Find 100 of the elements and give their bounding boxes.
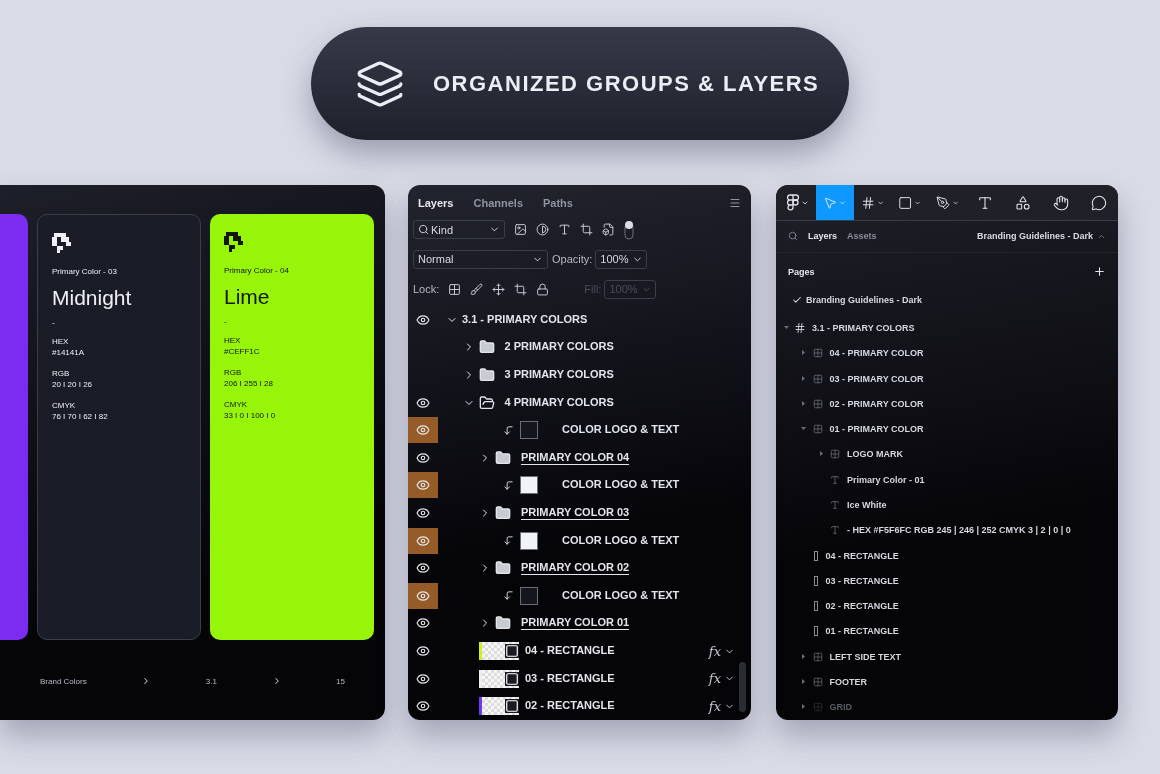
rectangle-icon bbox=[813, 550, 818, 561]
lock-label: Lock: bbox=[413, 283, 440, 296]
tool-button[interactable] bbox=[816, 185, 854, 221]
search-icon[interactable] bbox=[788, 231, 798, 242]
opacity-field[interactable]: 100% bbox=[595, 249, 648, 269]
add-page-icon[interactable] bbox=[1093, 265, 1106, 279]
layer-name[interactable]: 02 - RECTANGLE bbox=[825, 601, 899, 612]
collapsed-arrow-icon[interactable] bbox=[801, 704, 806, 711]
layer-name[interactable]: 02 - PRIMARY COLOR bbox=[829, 398, 924, 409]
pen-icon bbox=[935, 194, 950, 211]
effects-toggle[interactable]: fx bbox=[708, 643, 735, 659]
page-item[interactable]: Branding Guidelines - Dark bbox=[806, 294, 923, 305]
group-icon bbox=[812, 424, 823, 435]
highlighted-eye-cell[interactable] bbox=[408, 472, 438, 499]
breadcrumb-item: 3.1 bbox=[205, 676, 217, 686]
layer-name[interactable]: 3 PRIMARY COLORS bbox=[504, 368, 614, 383]
collapsed-arrow-icon[interactable] bbox=[801, 350, 806, 357]
group-icon bbox=[812, 373, 823, 384]
spec-label: RGB bbox=[224, 368, 243, 377]
filter-dropdown[interactable]: Kind bbox=[413, 220, 505, 239]
layer-name[interactable]: 3.1 - PRIMARY COLORS bbox=[812, 322, 915, 333]
layer-name[interactable]: 3.1 - PRIMARY COLORS bbox=[462, 312, 588, 327]
filter-toggle[interactable] bbox=[624, 219, 634, 240]
lock-icon[interactable] bbox=[536, 282, 550, 296]
collapsed-arrow-icon[interactable] bbox=[801, 679, 806, 686]
folder-icon bbox=[495, 615, 511, 632]
layer-name[interactable]: 01 - RECTANGLE bbox=[825, 626, 899, 637]
dash: - bbox=[52, 318, 56, 327]
layer-name[interactable]: COLOR LOGO & TEXT bbox=[562, 478, 680, 493]
layer-name[interactable]: PRIMARY COLOR 03 bbox=[521, 506, 630, 521]
layer-name[interactable]: 2 PRIMARY COLORS bbox=[504, 340, 614, 355]
highlighted-eye-cell[interactable] bbox=[408, 417, 438, 444]
eye-icon bbox=[416, 699, 430, 714]
layer-name[interactable]: PRIMARY COLOR 02 bbox=[521, 561, 630, 576]
layer-name[interactable]: 4 PRIMARY COLORS bbox=[504, 395, 614, 410]
group-icon bbox=[830, 449, 840, 460]
artboard-icon[interactable] bbox=[514, 282, 528, 296]
eye-icon bbox=[416, 506, 430, 521]
move-icon[interactable] bbox=[492, 282, 506, 296]
panel-tab[interactable]: Layers bbox=[808, 231, 838, 242]
scrollbar[interactable] bbox=[739, 662, 746, 712]
blend-mode-dropdown[interactable]: Normal bbox=[413, 249, 548, 269]
layer-name[interactable]: PRIMARY COLOR 01 bbox=[521, 616, 630, 631]
panel-tab[interactable]: Paths bbox=[543, 196, 573, 209]
effects-toggle[interactable]: fx bbox=[708, 698, 735, 714]
layer-name[interactable]: 03 - RECTANGLE bbox=[525, 671, 615, 686]
group-icon bbox=[812, 677, 823, 688]
clip-arrow-icon bbox=[503, 479, 514, 491]
comment-icon bbox=[1091, 194, 1107, 211]
layer-name[interactable]: 01 - PRIMARY COLOR bbox=[829, 424, 924, 435]
layer-name[interactable]: COLOR LOGO & TEXT bbox=[562, 588, 680, 603]
shape-filter-icon[interactable] bbox=[580, 223, 593, 236]
collapsed-arrow-icon[interactable] bbox=[801, 375, 806, 382]
folder-icon bbox=[495, 560, 511, 577]
spec-label: HEX bbox=[52, 337, 70, 346]
dash: - bbox=[224, 317, 228, 326]
layer-name[interactable]: Ice White bbox=[847, 500, 887, 510]
layer-name[interactable]: - HEX #F5F6FC RGB 245 | 246 | 252 CMYK 3 | 2 | 0 | 0 bbox=[847, 525, 1071, 536]
panel-tab[interactable]: Channels bbox=[473, 196, 523, 209]
layer-name[interactable]: 04 - PRIMARY COLOR bbox=[829, 348, 924, 359]
layer-name[interactable]: 04 - RECTANGLE bbox=[825, 550, 899, 561]
layer-name[interactable]: PRIMARY COLOR 04 bbox=[521, 450, 630, 465]
highlighted-eye-cell[interactable] bbox=[408, 582, 438, 609]
effects-toggle[interactable]: fx bbox=[708, 671, 735, 687]
panel-tab[interactable]: Assets bbox=[847, 231, 877, 242]
menu-icon[interactable] bbox=[729, 196, 741, 209]
spec-value: #14141A bbox=[52, 348, 86, 357]
caret-icon bbox=[839, 198, 847, 207]
spec-value: 33 I 0 I 100 I 0 bbox=[224, 411, 277, 420]
type-filter-icon[interactable] bbox=[558, 223, 571, 236]
folder-icon bbox=[478, 339, 495, 356]
lock-pixels-icon[interactable] bbox=[448, 282, 462, 296]
collapsed-arrow-icon[interactable] bbox=[801, 400, 806, 407]
layer-name[interactable]: 04 - RECTANGLE bbox=[525, 644, 615, 658]
folder-icon bbox=[495, 449, 511, 466]
collapsed-arrow-icon[interactable] bbox=[801, 653, 806, 660]
expanded-arrow-icon[interactable] bbox=[801, 426, 806, 433]
panel-tab[interactable]: Layers bbox=[418, 196, 454, 209]
layer-name[interactable]: COLOR LOGO & TEXT bbox=[562, 423, 680, 438]
expanded-arrow-icon[interactable] bbox=[783, 324, 789, 331]
image-filter-icon[interactable] bbox=[514, 223, 527, 236]
layer-name[interactable]: COLOR LOGO & TEXT bbox=[562, 533, 680, 548]
layer-name[interactable]: 02 - RECTANGLE bbox=[525, 699, 615, 714]
layer-name[interactable]: Primary Color - 01 bbox=[847, 474, 925, 485]
layer-name[interactable]: FOOTER bbox=[829, 677, 867, 688]
adjustment-filter-icon[interactable] bbox=[536, 223, 549, 236]
caret-icon bbox=[876, 198, 884, 207]
layer-name[interactable]: LEFT SIDE TEXT bbox=[829, 651, 901, 662]
spec-label: CMYK bbox=[224, 400, 249, 409]
collapsed-arrow-icon[interactable] bbox=[818, 451, 824, 458]
layer-name[interactable]: 03 - PRIMARY COLOR bbox=[829, 373, 924, 384]
group-icon bbox=[812, 398, 823, 409]
page-switcher[interactable]: Branding Guidelines - Dark bbox=[976, 231, 1106, 242]
layer-name[interactable]: 03 - RECTANGLE bbox=[825, 575, 899, 586]
layer-name[interactable]: LOGO MARK bbox=[847, 449, 903, 460]
logo-icon bbox=[224, 232, 246, 252]
brush-icon[interactable] bbox=[470, 282, 484, 296]
highlighted-eye-cell[interactable] bbox=[408, 527, 438, 554]
eye-icon bbox=[416, 671, 430, 686]
figma-logo-icon bbox=[787, 194, 799, 212]
